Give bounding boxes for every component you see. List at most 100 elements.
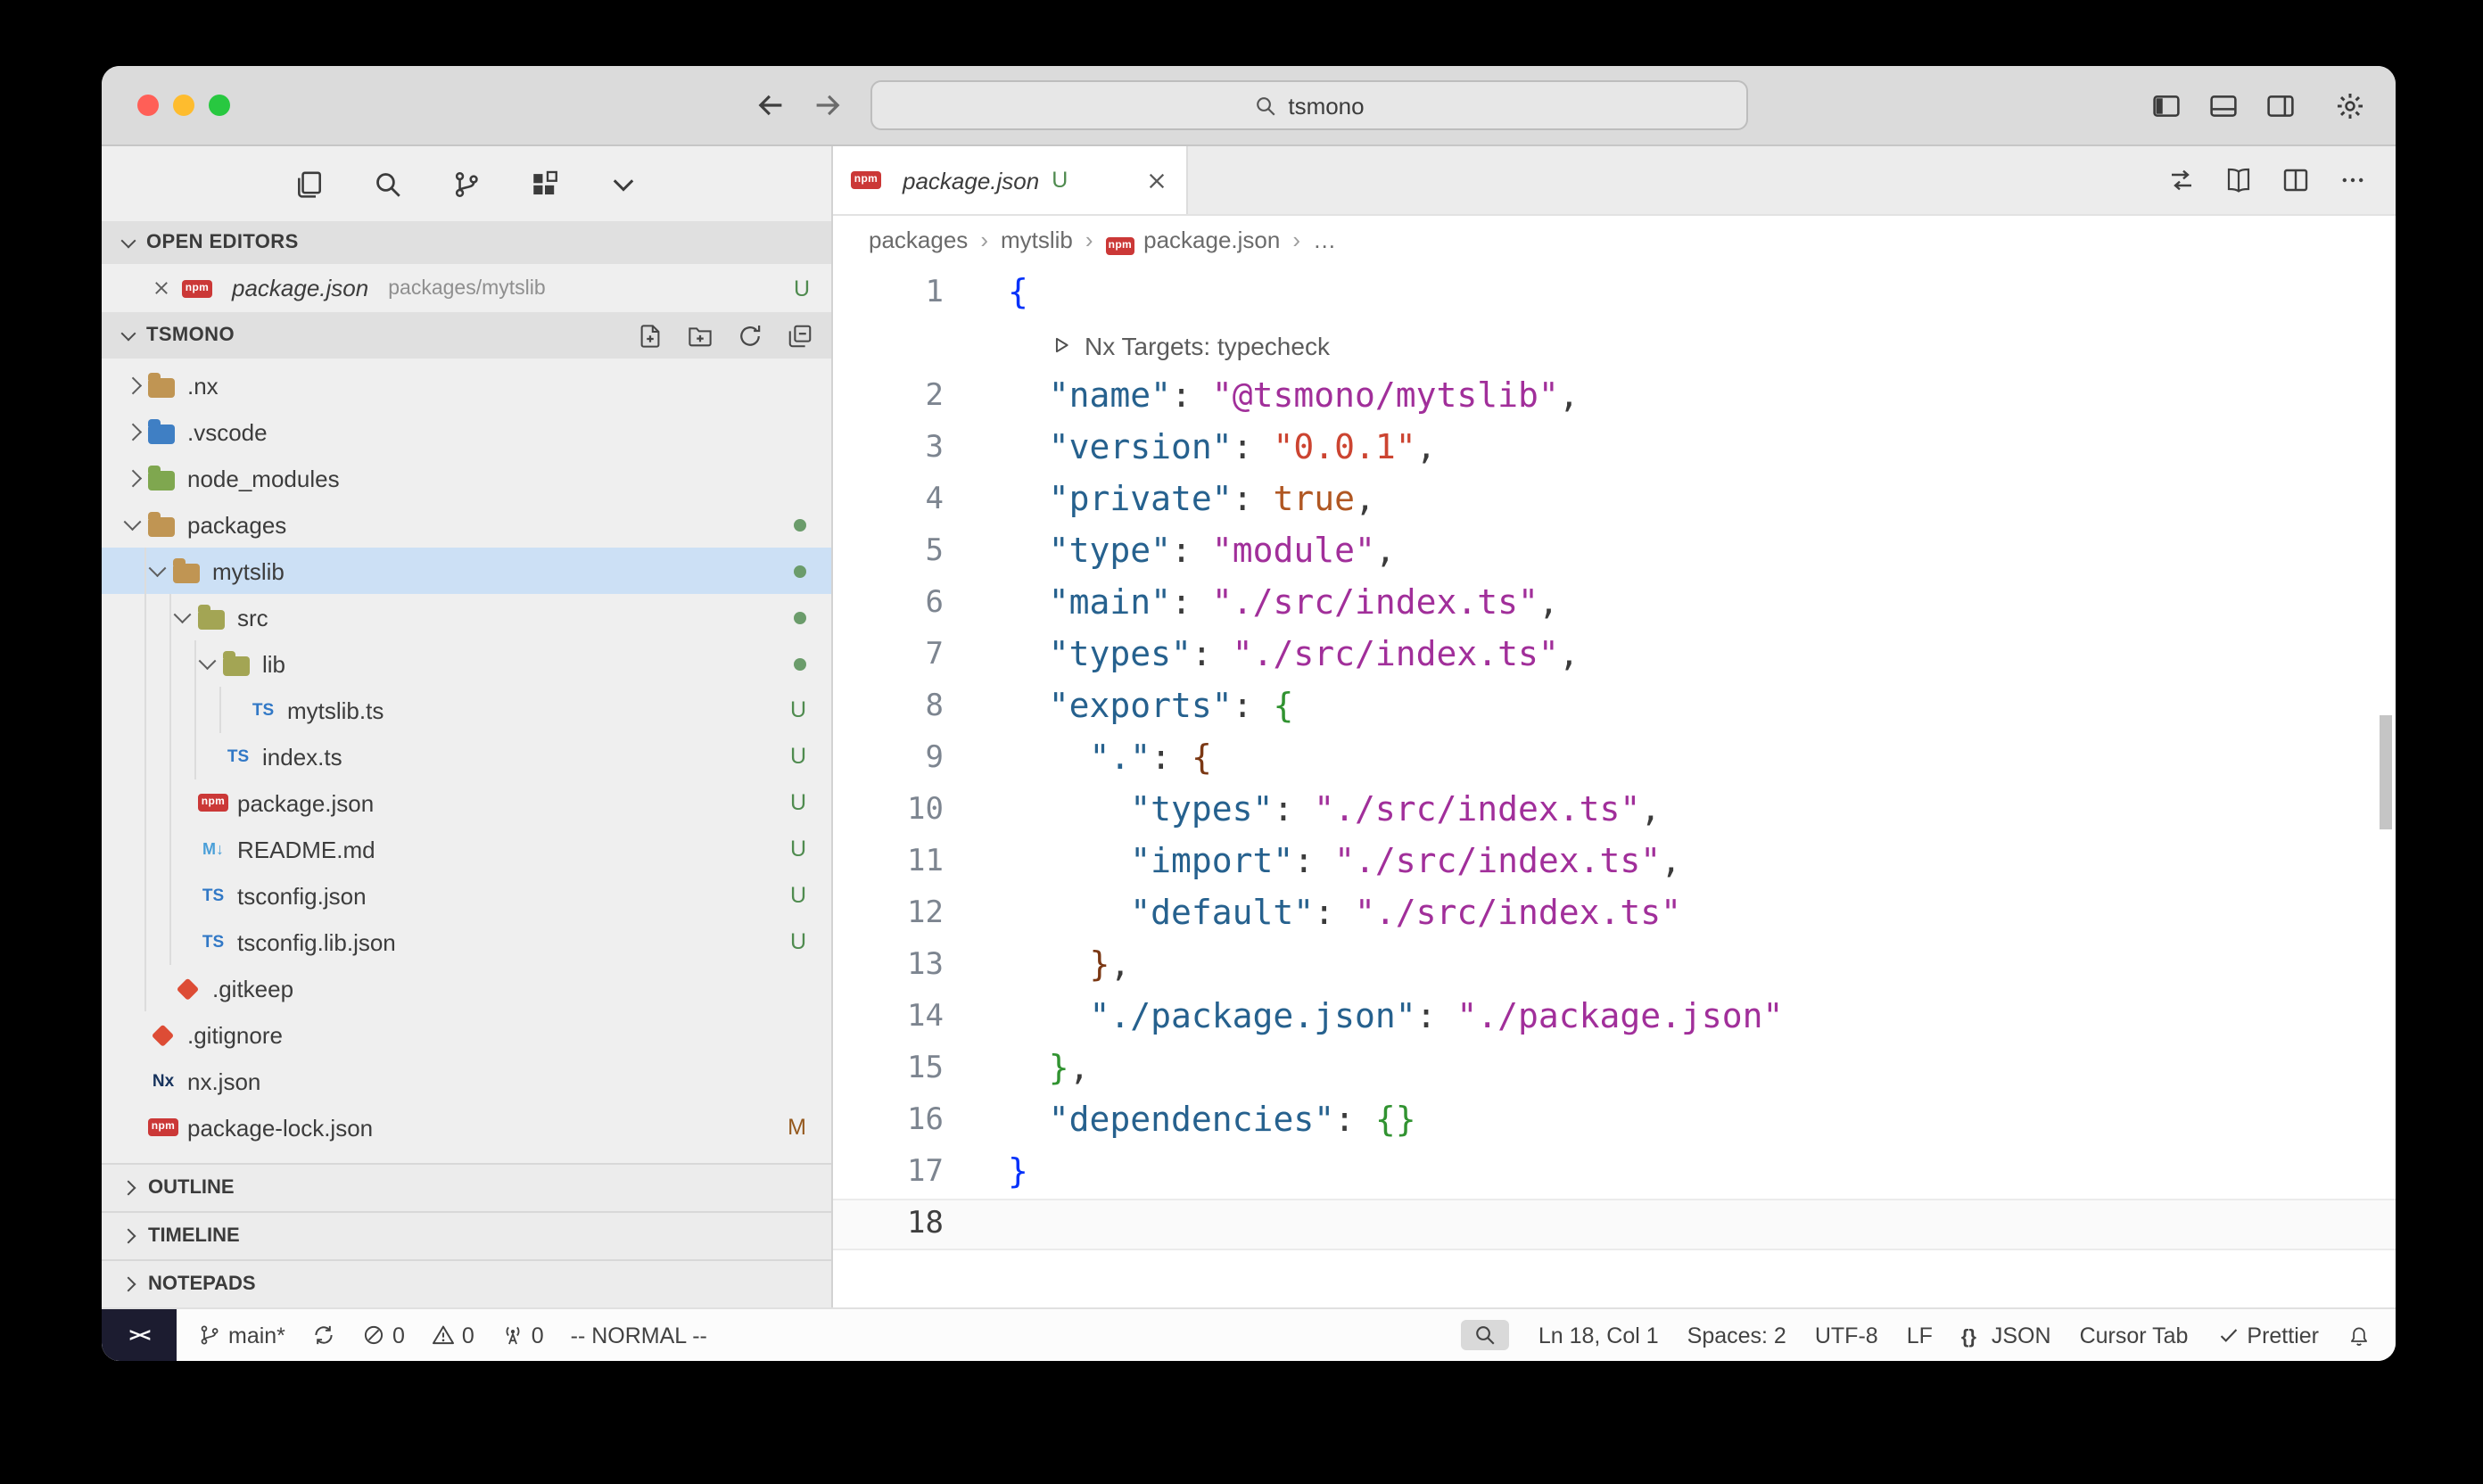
status-item-encoding[interactable]: UTF-8 xyxy=(1815,1323,1878,1348)
search-icon[interactable] xyxy=(373,169,403,199)
status-item-sync-status[interactable] xyxy=(312,1323,335,1347)
code-line-4[interactable]: 4 "private": true, xyxy=(833,474,2396,526)
breadcrumb-item-item[interactable]: … xyxy=(1313,227,1336,253)
code-line-6[interactable]: 6 "main": "./src/index.ts", xyxy=(833,578,2396,630)
code-line-15[interactable]: 15 }, xyxy=(833,1043,2396,1095)
more-actions-icon[interactable] xyxy=(2339,166,2367,194)
chevron-right-icon[interactable] xyxy=(120,417,148,446)
explorer-icon[interactable] xyxy=(294,169,325,199)
status-item-warnings-count[interactable]: 0 xyxy=(432,1323,474,1348)
close-tab-icon[interactable] xyxy=(1145,169,1168,192)
code-line-8[interactable]: 8 "exports": { xyxy=(833,681,2396,733)
source-control-icon[interactable] xyxy=(451,169,482,199)
layout-sidebar-right-icon[interactable] xyxy=(2265,90,2296,120)
command-center-search[interactable]: tsmono xyxy=(870,80,1748,130)
open-editor-item[interactable]: npm package.json packages/mytslib U xyxy=(102,264,831,312)
zoom-window-button[interactable] xyxy=(209,95,230,116)
tree-item-index-ts[interactable]: TSindex.tsU xyxy=(102,733,831,779)
compare-changes-icon[interactable] xyxy=(2167,166,2196,194)
tree-item-nx[interactable]: .nx xyxy=(102,362,831,408)
codelens-nx-targets[interactable]: Nx Targets: typecheck xyxy=(833,319,2396,371)
tree-item-gitignore[interactable]: .gitignore xyxy=(102,1011,831,1058)
open-editors-header[interactable]: OPEN EDITORS xyxy=(102,221,831,264)
status-item-ports-status[interactable]: 0 xyxy=(501,1323,544,1348)
remote-indicator[interactable]: >< xyxy=(102,1309,177,1361)
code-line-16[interactable]: 16 "dependencies": {} xyxy=(833,1095,2396,1147)
tree-item-tsconfig-json[interactable]: TStsconfig.jsonU xyxy=(102,872,831,919)
close-window-button[interactable] xyxy=(137,95,159,116)
code-line-3[interactable]: 3 "version": "0.0.1", xyxy=(833,423,2396,474)
close-editor-icon[interactable] xyxy=(152,278,171,298)
token: : xyxy=(1171,532,1212,571)
status-item-vim-mode[interactable]: -- NORMAL -- xyxy=(571,1323,707,1348)
tree-item-src[interactable]: src xyxy=(102,594,831,640)
collapse-folders-icon[interactable] xyxy=(787,322,813,349)
minimize-window-button[interactable] xyxy=(173,95,194,116)
code-line-2[interactable]: 2 "name": "@tsmono/mytslib", xyxy=(833,371,2396,423)
tree-item-decorations: U xyxy=(790,790,806,815)
back-icon[interactable] xyxy=(755,89,787,121)
chevron-down-icon[interactable] xyxy=(144,556,173,585)
new-folder-icon[interactable] xyxy=(687,322,714,349)
layout-sidebar-left-icon[interactable] xyxy=(2151,90,2182,120)
code-line-17[interactable]: 17} xyxy=(833,1147,2396,1199)
tree-item-mytslib[interactable]: mytslib xyxy=(102,548,831,594)
chevron-wide-icon[interactable] xyxy=(608,169,639,199)
status-item-prettier-status[interactable]: Prettier xyxy=(2216,1323,2319,1348)
status-item-indentation[interactable]: Spaces: 2 xyxy=(1687,1323,1786,1348)
status-item-cursor-tab[interactable]: Cursor Tab xyxy=(2080,1323,2189,1348)
open-preview-icon[interactable] xyxy=(2224,166,2253,194)
scrollbar-thumb[interactable] xyxy=(2380,715,2392,829)
code-line-14[interactable]: 14 "./package.json": "./package.json" xyxy=(833,992,2396,1043)
chevron-down-icon[interactable] xyxy=(120,510,148,539)
layout-panel-icon[interactable] xyxy=(2208,90,2239,120)
extensions-icon[interactable] xyxy=(530,169,560,199)
chevron-down-icon[interactable] xyxy=(169,603,198,631)
chevron-right-icon[interactable] xyxy=(120,371,148,400)
tree-item-tsconfig-lib-json[interactable]: TStsconfig.lib.jsonU xyxy=(102,919,831,965)
code-line-13[interactable]: 13 }, xyxy=(833,940,2396,992)
notepads-section-header[interactable]: NOTEPADS xyxy=(102,1259,831,1307)
new-file-icon[interactable] xyxy=(637,322,664,349)
outline-section-header[interactable]: OUTLINE xyxy=(102,1163,831,1211)
tree-item-readme-md[interactable]: M↓README.mdU xyxy=(102,826,831,872)
tree-item-packages[interactable]: packages xyxy=(102,501,831,548)
code-line-11[interactable]: 11 "import": "./src/index.ts", xyxy=(833,837,2396,888)
code-line-1[interactable]: 1{ xyxy=(833,268,2396,319)
status-item-eol-sequence[interactable]: LF xyxy=(1907,1323,1933,1348)
breadcrumb-item-package-json[interactable]: npmpackage.json xyxy=(1106,227,1281,253)
code-line-18[interactable]: 18 xyxy=(833,1199,2396,1250)
timeline-section-header[interactable]: TIMELINE xyxy=(102,1211,831,1259)
tree-item-mytslib-ts[interactable]: TSmytslib.tsU xyxy=(102,687,831,733)
status-item-git-branch-status[interactable]: main* xyxy=(198,1323,285,1348)
status-item-zoom-indicator[interactable] xyxy=(1462,1320,1510,1350)
code-line-7[interactable]: 7 "types": "./src/index.ts", xyxy=(833,630,2396,681)
tree-item-node-modules[interactable]: node_modules xyxy=(102,455,831,501)
tree-item-gitkeep[interactable]: .gitkeep xyxy=(102,965,831,1011)
settings-gear-icon[interactable] xyxy=(2335,90,2365,120)
tree-item-nx-json[interactable]: Nxnx.json xyxy=(102,1058,831,1104)
breadcrumb-item-mytslib[interactable]: mytslib xyxy=(1001,227,1073,253)
status-item-cursor-position[interactable]: Ln 18, Col 1 xyxy=(1538,1323,1659,1348)
code-line-10[interactable]: 10 "types": "./src/index.ts", xyxy=(833,785,2396,837)
code-line-5[interactable]: 5 "type": "module", xyxy=(833,526,2396,578)
tree-item-lib[interactable]: lib xyxy=(102,640,831,687)
status-item-language-mode[interactable]: {}JSON xyxy=(1961,1323,2051,1348)
chevron-down-icon[interactable] xyxy=(194,649,223,678)
breadcrumb-item-packages[interactable]: packages xyxy=(869,227,968,253)
tree-item-package-json[interactable]: npmpackage.jsonU xyxy=(102,779,831,826)
workspace-header[interactable]: TSMONO xyxy=(102,312,831,359)
tab-package-json[interactable]: npm package.json U xyxy=(833,146,1188,214)
status-item-notifications[interactable] xyxy=(2347,1323,2371,1347)
status-item-errors-count[interactable]: 0 xyxy=(362,1323,405,1348)
chevron-right-icon[interactable] xyxy=(120,464,148,492)
code-line-12[interactable]: 12 "default": "./src/index.ts" xyxy=(833,888,2396,940)
tree-item-vscode[interactable]: .vscode xyxy=(102,408,831,455)
code-editor[interactable]: 1{Nx Targets: typecheck2 "name": "@tsmon… xyxy=(833,264,2396,1307)
forward-icon[interactable] xyxy=(812,89,844,121)
split-editor-icon[interactable] xyxy=(2281,166,2310,194)
open-editor-description: packages/mytslib xyxy=(388,277,545,299)
code-line-9[interactable]: 9 ".": { xyxy=(833,733,2396,785)
refresh-explorer-icon[interactable] xyxy=(737,322,763,349)
tree-item-package-lock-json[interactable]: npmpackage-lock.jsonM xyxy=(102,1104,831,1150)
